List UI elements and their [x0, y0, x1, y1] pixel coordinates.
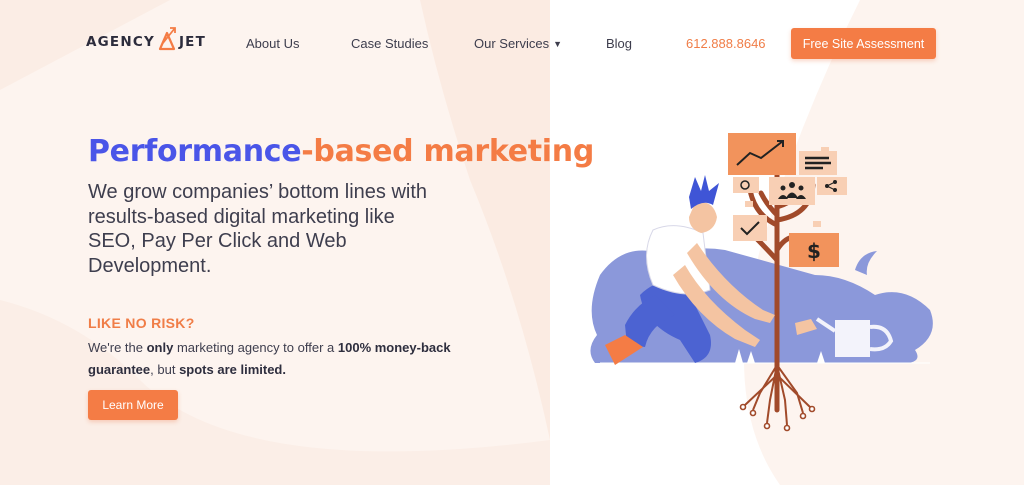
svg-text:$: $ [807, 239, 821, 263]
learn-more-button[interactable]: Learn More [88, 390, 178, 420]
hero-title-part1: Performance [88, 134, 302, 169]
risk-heading: LIKE NO RISK? [88, 315, 195, 331]
nav-blog[interactable]: Blog [606, 36, 632, 51]
share-icon [817, 177, 847, 195]
guarantee-text-3: , but [150, 362, 180, 377]
logo-text-left: AGENCY [86, 34, 155, 50]
hero-title-part2: -based marketing [301, 134, 595, 169]
guarantee-text-1: We're the [88, 340, 147, 355]
guarantee-text: We're the only marketing agency to offer… [88, 337, 463, 381]
checkmark-icon [733, 215, 767, 241]
document-icon [799, 151, 837, 175]
phone-link[interactable]: 612.888.8646 [686, 36, 766, 51]
hero-illustration: $ [590, 133, 933, 432]
jet-logo-icon [157, 25, 177, 53]
team-icon [769, 177, 815, 205]
guarantee-bold-limited: spots are limited. [179, 362, 286, 377]
guarantee-bold-only: only [146, 340, 174, 355]
nav-our-services-label: Our Services [474, 36, 550, 51]
hero-subtitle: We grow companies’ bottom lines with res… [88, 181, 428, 277]
nav-our-services[interactable]: Our Services ▼ [474, 36, 562, 51]
caret-down-icon: ▼ [553, 39, 563, 49]
logo-text-right: JET [178, 34, 206, 50]
nav-case-studies[interactable]: Case Studies [351, 36, 428, 51]
dollar-icon: $ [789, 233, 839, 267]
site-header: AGENCY JET About Us Case Studies Our Ser… [0, 0, 1024, 88]
chart-up-icon [728, 133, 796, 175]
hero-title: Performance-based marketing [88, 134, 594, 169]
smiley-icon [733, 177, 759, 193]
logo[interactable]: AGENCY JET [86, 22, 206, 62]
nav-about-us[interactable]: About Us [246, 36, 299, 51]
free-site-assessment-button[interactable]: Free Site Assessment [791, 28, 936, 59]
guarantee-text-2: marketing agency to offer a [173, 340, 338, 355]
